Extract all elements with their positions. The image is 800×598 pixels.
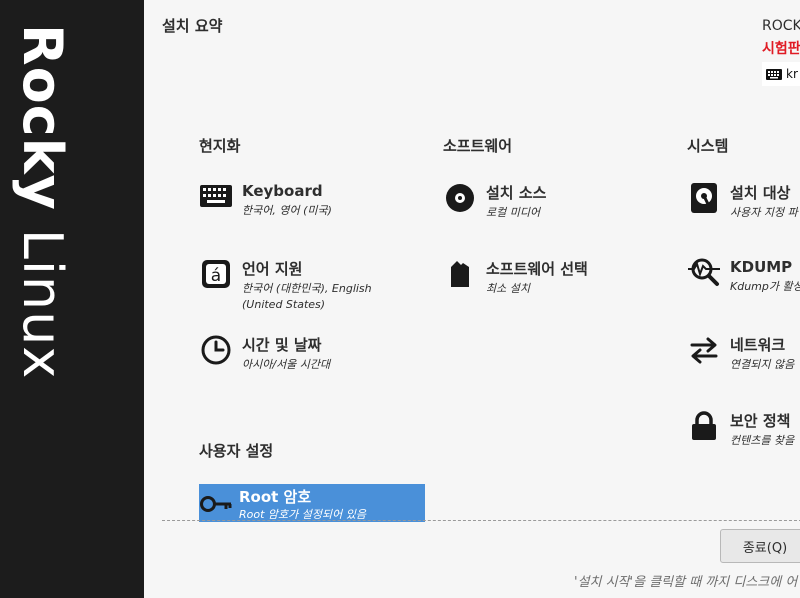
spoke-datetime[interactable]: 시간 및 날짜 아시아/서울 시간대 [199,335,419,385]
spoke-security-policy[interactable]: 보안 정책 컨텐츠를 찾을 [687,411,800,461]
network-arrows-icon [690,337,718,364]
spoke-language-title: 언어 지원 [242,260,303,278]
brand-logo: Rocky Linux [11,24,74,379]
spoke-software-selection[interactable]: 소프트웨어 선택 최소 설치 [443,259,663,309]
spoke-software-selection-status: 최소 설치 [486,282,530,295]
disc-icon [446,184,474,212]
spoke-install-destination-title: 설치 대상 [730,184,791,202]
keyboard-layout-label: kr [786,67,798,81]
category-software: 소프트웨어 [443,137,513,155]
spoke-kdump-status: Kdump가 활성 [730,280,800,293]
spoke-root-password-title: Root 암호 [239,488,312,506]
clock-icon [201,335,231,365]
spoke-security-policy-status: 컨텐츠를 찾을 [730,434,795,447]
spoke-root-password[interactable]: Root 암호 Root 암호가 설정되어 있음 [199,484,425,522]
sidebar: Rocky Linux [0,0,144,598]
spoke-datetime-status: 아시아/서울 시간대 [242,358,331,371]
spoke-language-status-line1: 한국어 (대한민국), English [242,282,372,295]
spoke-language[interactable]: á 언어 지원 한국어 (대한민국), English (United Stat… [199,259,419,319]
spoke-keyboard-status: 한국어, 영어 (미국) [242,204,332,217]
svg-text:á: á [211,266,221,286]
spoke-network-status: 연결되지 않음 [730,358,795,371]
spoke-install-source-title: 설치 소스 [486,184,547,202]
spoke-install-source[interactable]: 설치 소스 로컬 미디어 [443,183,663,233]
spoke-install-destination[interactable]: 설치 대상 사용자 지정 파 [687,183,800,233]
main-content: 설치 요약 ROCK 시험판 kr 현지화 Keyboard 한국어, 영어 (… [144,0,800,598]
spoke-datetime-title: 시간 및 날짜 [242,336,322,354]
spoke-keyboard[interactable]: Keyboard 한국어, 영어 (미국) [199,181,419,231]
prerelease-warning: 시험판 [762,41,800,57]
lock-icon [692,411,716,440]
spoke-software-selection-title: 소프트웨어 선택 [486,260,588,278]
brand-light: Linux [11,228,74,380]
spoke-install-destination-status: 사용자 지정 파 [730,206,798,219]
footer-hint: '설치 시작'을 클릭할 때 까지 디스크에 어 [574,575,798,590]
spoke-security-policy-title: 보안 정책 [730,412,791,430]
quit-button[interactable]: 종료(Q) [720,529,800,563]
page-title: 설치 요약 [162,17,223,35]
category-localization: 현지화 [199,137,241,155]
category-system: 시스템 [687,137,729,155]
spoke-kdump-title: KDUMP [730,258,793,276]
harddisk-icon [691,183,717,213]
keyboard-icon [200,185,232,207]
key-icon [200,496,232,512]
language-icon: á [202,260,230,288]
package-icon [451,261,469,287]
spoke-language-status-line2: (United States) [242,298,326,311]
product-name: ROCK [762,18,800,34]
spoke-install-source-status: 로컬 미디어 [486,206,541,219]
spoke-kdump[interactable]: KDUMP Kdump가 활성 [687,257,800,307]
keyboard-layout-indicator[interactable]: kr [762,62,800,86]
kdump-search-icon [688,258,720,286]
divider [162,520,800,521]
spoke-network-title: 네트워크 [730,336,786,354]
keyboard-icon [766,68,782,80]
spoke-keyboard-title: Keyboard [242,182,323,200]
spoke-network[interactable]: 네트워크 연결되지 않음 [687,335,800,385]
brand-bold: Rocky [11,24,74,211]
category-user-settings: 사용자 설정 [199,442,274,460]
